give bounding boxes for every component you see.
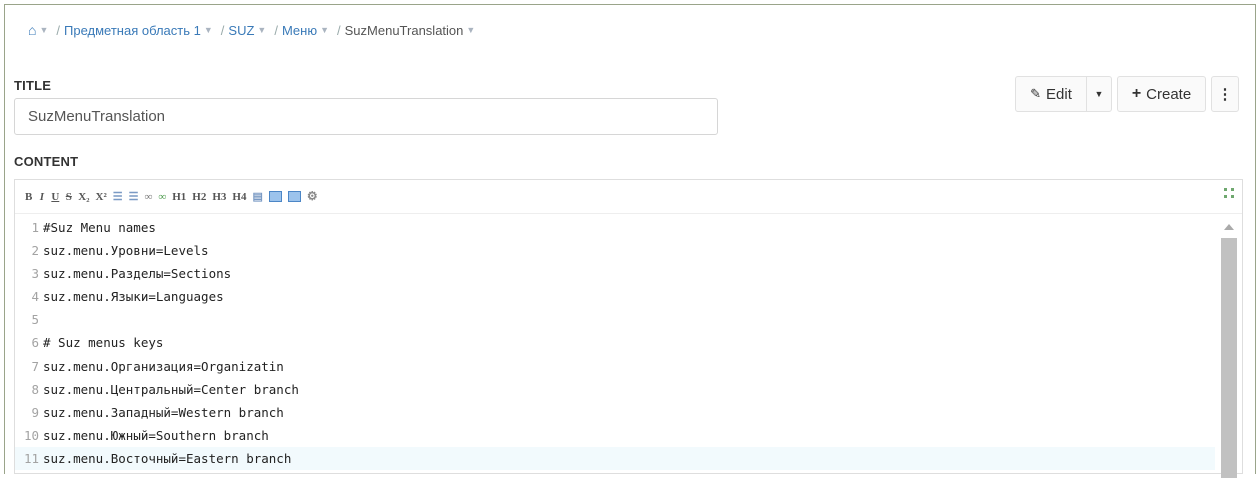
fullscreen-icon[interactable] [1224,188,1234,198]
code-line: 9 suz.menu.Западный=Western branch [15,401,1215,424]
chevron-down-icon[interactable]: ▼ [320,25,329,35]
breadcrumb: ⌂ ▼ / Предметная область 1 ▼ / SUZ ▼ / Меню ▼ / … [28,22,476,38]
more-options-button[interactable]: ⋮ [1211,76,1239,112]
italic-button[interactable]: I [38,191,45,203]
plus-icon: + [1131,85,1142,102]
editor-toolbar: B I U S X₂ X² ☰ ☰ ∞ ∞ H1 H2 H3 H4 ▤ ⚙ [15,180,1242,214]
line-number: 11 [23,450,39,466]
line-number: 9 [31,404,39,420]
more-vertical-icon: ⋮ [1217,86,1233,103]
numbered-list-icon[interactable]: ☰ [129,190,139,203]
line-text: #Suz Menu names [43,220,156,235]
superscript-button[interactable]: X² [96,191,107,203]
markdown-editor: B I U S X₂ X² ☰ ☰ ∞ ∞ H1 H2 H3 H4 ▤ ⚙ 1 #… [14,179,1243,478]
scroll-up-arrow-icon[interactable] [1224,224,1234,230]
link-icon[interactable]: ∞ [145,191,153,203]
breadcrumb-item-suz[interactable]: SUZ [228,23,254,38]
create-button[interactable]: + Create [1117,76,1206,112]
title-input[interactable]: SuzMenuTranslation [14,98,718,135]
line-number: 7 [31,358,39,374]
line-text: suz.menu.Западный=Western branch [43,404,284,420]
edit-button-label: Edit [1046,85,1072,103]
breadcrumb-item-domain[interactable]: Предметная область 1 [64,23,201,38]
chevron-down-icon[interactable]: ▼ [39,25,48,35]
content-label: CONTENT [14,154,79,169]
line-number: 6 [31,335,39,351]
chevron-down-icon[interactable]: ▼ [466,25,475,35]
underline-button[interactable]: U [51,191,59,203]
code-line: 10 suz.menu.Южный=Southern branch [15,424,1215,447]
breadcrumb-item-menu[interactable]: Меню [282,23,317,38]
line-number: 2 [31,243,39,259]
line-text: suz.menu.Организация=Organizatin [43,358,284,374]
title-label: TITLE [14,78,52,93]
line-text: suz.menu.Восточный=Eastern branch [43,450,292,466]
line-text: suz.menu.Южный=Southern branch [43,427,269,443]
line-text: suz.menu.Разделы=Sections [43,266,232,282]
code-line: 1 #Suz Menu names [15,216,1215,239]
line-text: suz.menu.Языки=Languages [43,289,224,305]
vertical-scrollbar[interactable] [1220,216,1238,478]
code-line: 3 suz.menu.Разделы=Sections [15,262,1215,285]
heading4-button[interactable]: H4 [232,191,246,203]
subscript-button[interactable]: X₂ [78,191,89,203]
code-line: 7 suz.menu.Организация=Organizatin [15,355,1215,378]
line-number: 5 [31,312,39,328]
line-number: 4 [31,289,39,305]
line-number: 8 [31,381,39,397]
horizontal-rule-icon[interactable]: ▤ [252,190,262,203]
line-text: suz.menu.Уровни=Levels [43,243,209,259]
table-icon[interactable] [287,191,301,202]
create-button-label: Create [1146,85,1192,103]
strikethrough-button[interactable]: S [65,191,72,203]
image-icon[interactable] [268,191,282,202]
chevron-down-icon[interactable]: ▼ [204,25,213,35]
code-area[interactable]: 1 #Suz Menu names 2 suz.menu.Уровни=Levels… [15,216,1215,471]
line-number: 1 [31,220,39,235]
heading1-button[interactable]: H1 [172,191,186,203]
unlink-icon[interactable]: ∞ [158,191,166,203]
code-line: 8 suz.menu.Центральный=Center branch [15,378,1215,401]
code-line: 2 suz.menu.Уровни=Levels [15,239,1215,262]
bullet-list-icon[interactable]: ☰ [113,190,123,203]
pencil-icon: ✎ [1030,86,1042,101]
bold-button[interactable]: B [25,191,32,203]
gear-icon[interactable]: ⚙ [307,189,318,204]
code-line-active: 11 suz.menu.Восточный=Eastern branch [15,446,1215,471]
edit-button[interactable]: ✎ Edit [1015,76,1086,112]
code-line: 6 # Suz menus keys [15,331,1215,354]
chevron-down-icon[interactable]: ▼ [257,25,266,35]
caret-down-icon: ▼ [1094,89,1104,99]
scrollbar-thumb[interactable] [1221,238,1237,478]
heading2-button[interactable]: H2 [192,191,206,203]
code-line: 5 [15,308,1215,331]
line-number: 10 [23,427,39,443]
edit-dropdown-button[interactable]: ▼ [1086,76,1112,112]
line-number: 3 [31,266,39,282]
code-line: 4 suz.menu.Языки=Languages [15,285,1215,308]
heading3-button[interactable]: H3 [212,191,226,203]
line-text: # Suz menus keys [43,335,164,351]
breadcrumb-item-current[interactable]: SuzMenuTranslation [345,23,464,38]
home-icon[interactable]: ⌂ [28,22,36,38]
line-text: suz.menu.Центральный=Center branch [43,381,299,397]
title-value: SuzMenuTranslation [28,108,166,125]
